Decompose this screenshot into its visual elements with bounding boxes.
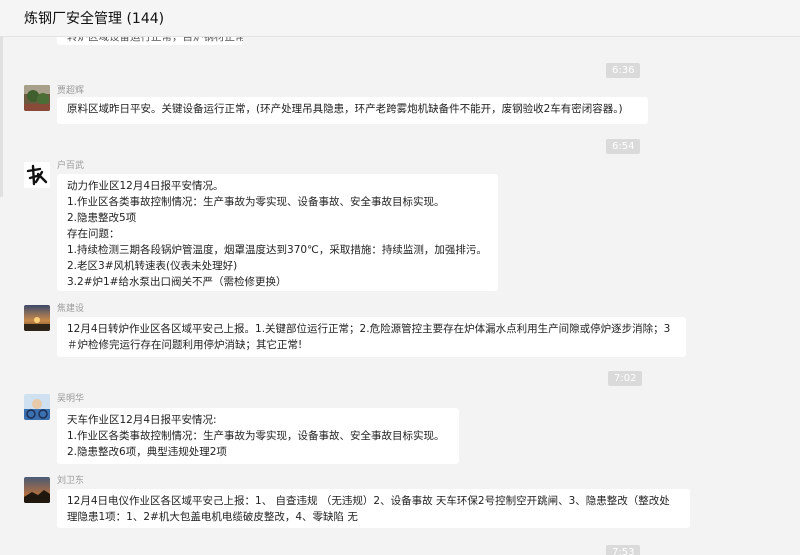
timestamp: 7:02 — [608, 371, 643, 386]
message-line: 1.作业区各类事故控制情况：生产事故为零实现，设备事故、安全事故目标实现。 — [67, 430, 445, 442]
message-line: 转炉区域设备运行正常，目炉钢材正常 — [67, 37, 243, 43]
message-line: ＃炉检修完运行存在问题利用停炉消缺；其它正常! — [67, 339, 303, 351]
message-line: 12月4日转炉作业区各区域平安己上报。1.关键部位运行正常；2.危险源管控主要存… — [67, 323, 671, 335]
message-line: 2.老区3#风机转速表(仪表未处理好) — [67, 260, 238, 272]
message-line: 动力作业区12月4日报平安情况。 — [67, 180, 224, 192]
message-line: 2.隐患整改6项，典型违规处理2项 — [67, 446, 227, 458]
message-line: 存在问题： — [67, 228, 120, 240]
sender-name: 焦建设 — [57, 304, 85, 314]
chat-area: 转炉区域设备运行正常，目炉钢材正常 6:36 贾超辉 原料区域昨日平安。关键设备… — [0, 37, 800, 555]
message-line: 3.2#炉1#给水泵出口阀关不严（需检修更换） — [67, 276, 287, 288]
message-line: 理隐患1项：1、2#机大包盖电机电缆破皮整改，4、零缺陷 无 — [67, 511, 358, 523]
message-line: 2.隐患整改5项 — [67, 212, 137, 224]
message-line: 1.作业区各类事故控制情况：生产事故为零实现、设备事故、安全事故目标实现。 — [67, 196, 445, 208]
message-line: 天车作业区12月4日报平安情况: — [67, 414, 217, 426]
timestamp: 7:53 — [606, 545, 641, 555]
timestamp: 6:54 — [606, 139, 641, 154]
sports-photo-icon[interactable] — [24, 394, 50, 420]
sender-name: 贾超辉 — [57, 86, 85, 96]
message-line: 原料区域昨日平安。关键设备运行正常，(环产处理吊具隐患，环产老跨雾炮机缺备件不能… — [67, 103, 623, 115]
message-bubble: 12月4日转炉作业区各区域平安己上报。1.关键部位运行正常；2.危险源管控主要存… — [57, 317, 686, 357]
dusk-photo-icon[interactable] — [24, 477, 50, 503]
sender-name: 刘卫东 — [57, 476, 85, 486]
message-line: 12月4日电仪作业区各区域平安己上报：1、 自查违规 （无违规）2、设备事故 天… — [67, 495, 670, 507]
message-bubble: 原料区域昨日平安。关键设备运行正常，(环产处理吊具隐患，环产老跨雾炮机缺备件不能… — [57, 97, 648, 124]
message-bubble: 动力作业区12月4日报平安情况。 1.作业区各类事故控制情况：生产事故为零实现、… — [57, 174, 498, 291]
sender-name: 吴明华 — [57, 394, 85, 404]
calligraphy-wu-icon[interactable] — [24, 162, 50, 188]
sender-name: 户百武 — [57, 161, 85, 171]
window-header: 炼钢厂安全管理 (144) — [0, 0, 800, 37]
chat-title: 炼钢厂安全管理 (144) — [24, 11, 165, 27]
message-bubble-partial: 转炉区域设备运行正常，目炉钢材正常 — [57, 37, 243, 45]
landscape-photo-icon[interactable] — [24, 85, 50, 111]
message-bubble: 12月4日电仪作业区各区域平安己上报：1、 自查违规 （无违规）2、设备事故 天… — [57, 489, 690, 528]
message-line: 1.持续检测三期各段锅炉管温度，烟罩温度达到370℃，采取措施：持续监测，加强排… — [67, 244, 487, 256]
timestamp: 6:36 — [606, 63, 641, 78]
sunset-photo-icon[interactable] — [24, 305, 50, 331]
message-bubble: 天车作业区12月4日报平安情况: 1.作业区各类事故控制情况：生产事故为零实现，… — [57, 408, 459, 464]
